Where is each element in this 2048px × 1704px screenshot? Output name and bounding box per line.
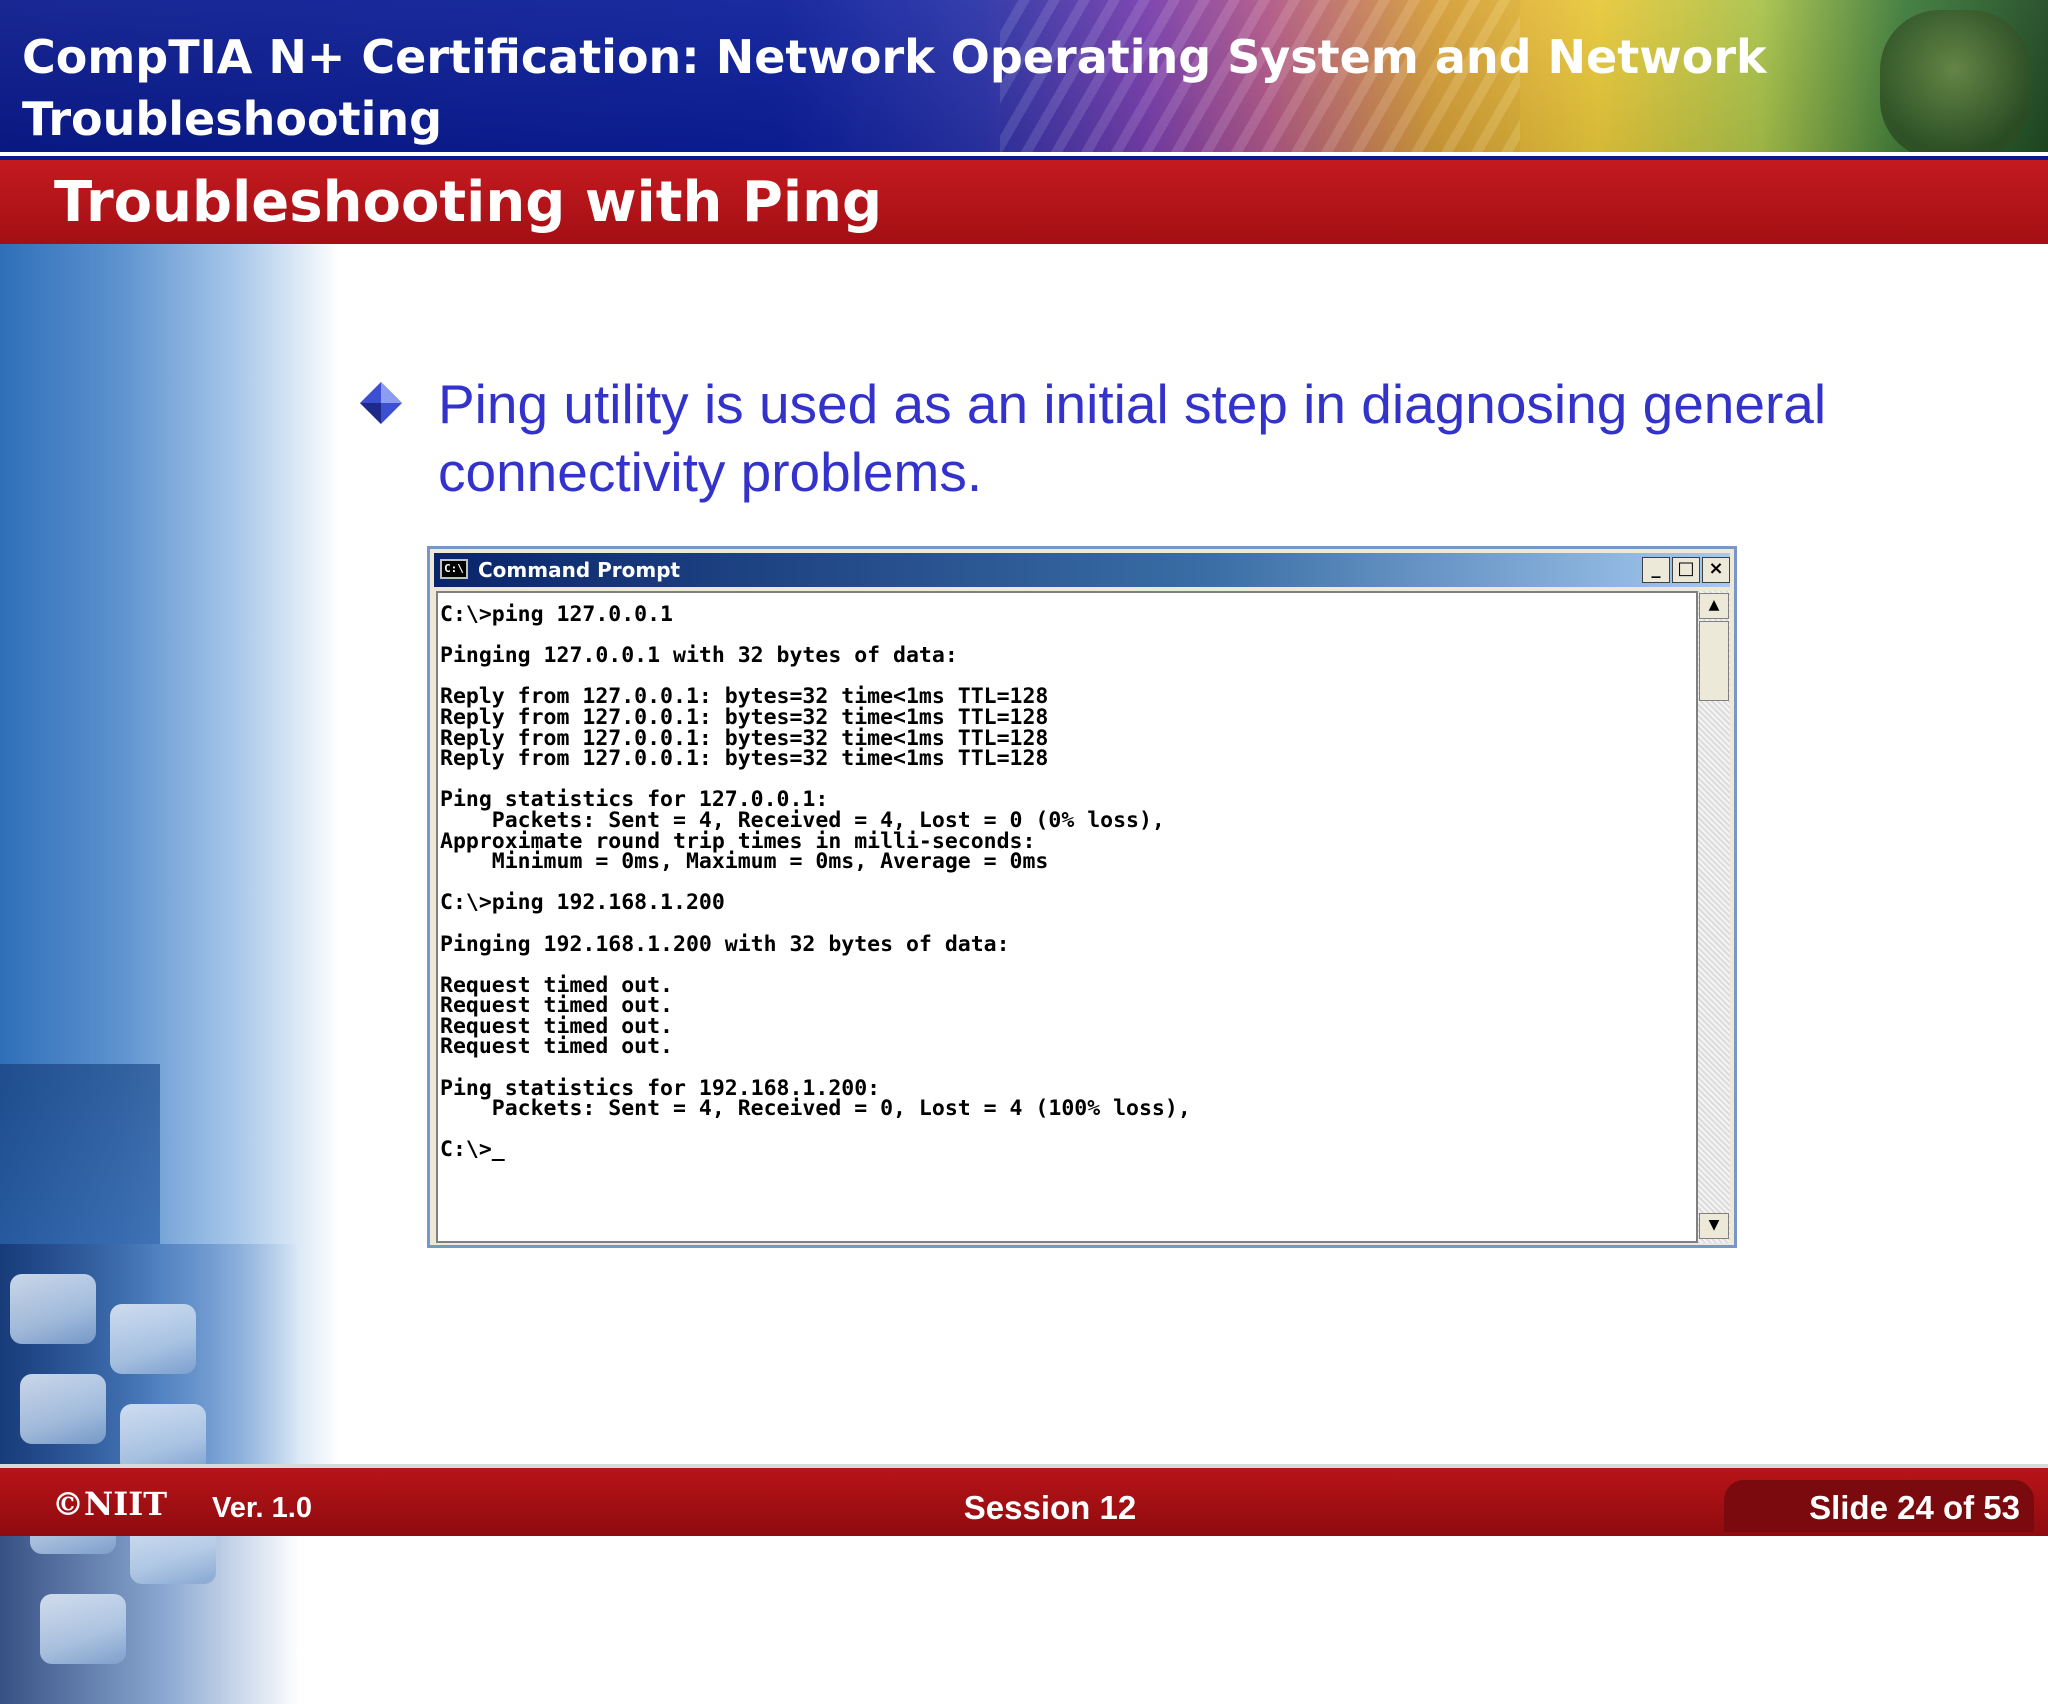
niit-logo: ©NIIT	[52, 1485, 167, 1523]
course-title: CompTIA N+ Certification: Network Operat…	[22, 30, 1767, 146]
version-label: Ver. 1.0	[212, 1492, 312, 1524]
maximize-button[interactable]: □	[1672, 557, 1700, 583]
window-titlebar[interactable]: C:\ Command Prompt _ □ ×	[434, 553, 1730, 587]
window-title: Command Prompt	[478, 558, 681, 582]
console-icon: C:\	[440, 559, 468, 579]
session-label: Session 12	[963, 1489, 1137, 1526]
circuit-chip-graphic	[0, 1064, 160, 1244]
slide-number: Slide 24 of 53	[1809, 1489, 2020, 1526]
left-decorative-panel	[0, 244, 340, 1704]
diamond-bullet-icon	[360, 382, 402, 424]
header-banner: CompTIA N+ Certification: Network Operat…	[0, 0, 2048, 152]
keyboard-key	[10, 1274, 96, 1344]
keyboard-key	[40, 1594, 126, 1664]
footer-bar: ©NIIT Ver. 1.0 Session 12 Slide 24 of 53	[0, 1464, 2048, 1536]
keyboard-key	[110, 1304, 196, 1374]
scroll-up-button[interactable]: ▲	[1699, 593, 1729, 619]
slide-title: Troubleshooting with Ping	[54, 170, 883, 235]
slide-title-bar: Troubleshooting with Ping	[0, 160, 2048, 244]
command-prompt-window[interactable]: C:\ Command Prompt _ □ × C:\>ping 127.0.…	[427, 546, 1737, 1248]
vertical-scrollbar[interactable]: ▲ ▼	[1698, 591, 1730, 1243]
console-output: C:\>ping 127.0.0.1 Pinging 127.0.0.1 wit…	[440, 602, 1191, 1163]
close-button[interactable]: ×	[1702, 557, 1730, 583]
bullet-text: Ping utility is used as an initial step …	[438, 373, 1827, 503]
keyboard-key	[20, 1374, 106, 1444]
scroll-thumb[interactable]	[1699, 621, 1729, 701]
scroll-down-button[interactable]: ▼	[1699, 1213, 1729, 1239]
header-photo	[1880, 10, 2030, 152]
minimize-button[interactable]: _	[1642, 557, 1670, 583]
console-output-area[interactable]: C:\>ping 127.0.0.1 Pinging 127.0.0.1 wit…	[436, 591, 1698, 1243]
